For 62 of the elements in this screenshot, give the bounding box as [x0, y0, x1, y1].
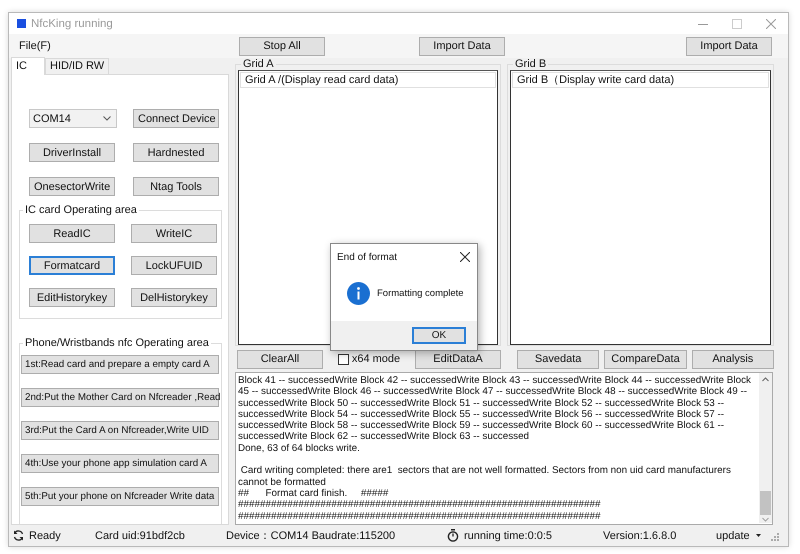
- group-title: Grid A: [242, 58, 275, 70]
- action-button[interactable]: CompareData: [604, 350, 687, 368]
- group-title: IC card Operating area: [24, 204, 138, 216]
- log-text: Done, 63 of 64 blocks write.: [238, 442, 361, 454]
- log-text: Block 41 -- successedWrite Block 42 -- successedWrite Block 43 -- successedWrite Block 44 -- successedWrite Block 45 -- successedWrite Block 46 -- successedWrite Block 47 -- successedWrite Block 48 -- successedWrite Block 49 -- successedWrite Block 50 -- successedWrite Block 51 -- successedWrite Block 52 -- successedWrite Block 53 -- successedWrite Block 54 -- successedWrite Block 55 -- successedWrite Block 56 -- successedWrite Block 57 -- successedWrite Block 58 -- successedWrite Block 59 -- successedWrite Block 60 -- successedWrite Block 61 -- successedWrite Block 62 -- successedWrite Block 63 -- successed: [238, 375, 752, 443]
- dialog-message: Formatting complete: [377, 288, 464, 299]
- toolbar-button[interactable]: Import Data: [419, 36, 505, 56]
- action-button[interactable]: EditDataA: [415, 350, 501, 368]
- resize-grip-icon: [768, 530, 779, 540]
- refresh-icon: [13, 530, 24, 541]
- close-button[interactable]: [459, 251, 471, 263]
- dialog-title: End of format: [337, 252, 398, 262]
- ic-button[interactable]: Formatcard: [29, 256, 115, 275]
- group-title: Phone/Wristbands nfc Operating area: [24, 337, 210, 349]
- log-text: ##################################################################: [238, 499, 602, 511]
- device-button[interactable]: Connect Device: [133, 109, 219, 128]
- log-text: Card writing completed: there are1 sectors that are not well formatted. Sectors from non uid card manufacturers cannot be formatted: [238, 465, 732, 488]
- status-text: Ready: [29, 530, 61, 542]
- caret-icon: [756, 534, 761, 537]
- action-button[interactable]: ClearAll: [237, 350, 323, 368]
- device-button[interactable]: DriverInstall: [29, 143, 115, 162]
- info-icon: [347, 282, 370, 305]
- update-dropdown[interactable]: update: [716, 530, 761, 542]
- log-text: ## Format card finish. #####: [238, 488, 390, 500]
- checkbox[interactable]: [338, 354, 349, 364]
- window-title: NfcKing running: [31, 18, 113, 30]
- status-text: Version:1.6.8.0: [603, 530, 676, 542]
- port-dropdown[interactable]: COM14: [29, 109, 117, 128]
- maximize-icon[interactable]: [732, 18, 742, 28]
- device-button[interactable]: Ntag Tools: [133, 177, 219, 196]
- group-title: Grid B: [514, 58, 548, 70]
- app-icon: [17, 19, 26, 28]
- ok-button[interactable]: OK: [412, 327, 466, 344]
- log-text: ##################################################################: [238, 510, 602, 522]
- device-button[interactable]: OnesectorWrite: [29, 177, 115, 196]
- chevron-icon: [103, 116, 111, 121]
- toolbar-button[interactable]: Import Data: [686, 36, 772, 56]
- toolbar-button[interactable]: Stop All: [239, 36, 325, 56]
- step-button[interactable]: 2nd:Put the Mother Card on Nfcreader ,Read: [21, 388, 219, 407]
- tab[interactable]: IC: [11, 57, 45, 75]
- action-button[interactable]: Analysis: [692, 350, 774, 368]
- ic-button[interactable]: DelHistorykey: [131, 288, 217, 307]
- column-header: Grid B（Display write card data): [512, 72, 769, 88]
- menu-item[interactable]: File(F): [19, 40, 51, 52]
- column-header: Grid A /(Display read card data): [240, 72, 496, 88]
- ic-button[interactable]: ReadIC: [29, 224, 115, 243]
- checkbox-label: x64 mode: [352, 353, 400, 365]
- step-button[interactable]: 1st:Read card and prepare a empty card A: [21, 355, 219, 374]
- tab[interactable]: HID/ID RW: [45, 58, 110, 74]
- stopwatch-icon: [447, 529, 459, 542]
- ic-button[interactable]: EditHistorykey: [29, 288, 115, 307]
- close-icon[interactable]: [766, 18, 776, 28]
- status-text: Card uid:91bdf2cb: [95, 530, 185, 542]
- ic-button[interactable]: WriteIC: [131, 224, 217, 243]
- status-text: running time:0:0:5: [464, 530, 552, 542]
- status-text: Device：COM14 Baudrate:115200: [226, 529, 396, 543]
- action-button[interactable]: Savedata: [517, 350, 600, 368]
- step-button[interactable]: 5th:Put your phone on Nfcreader Write data: [21, 487, 219, 506]
- step-button[interactable]: 3rd:Put the Card A on Nfcreader,Write UID: [21, 421, 219, 440]
- ic-button[interactable]: LockUFUID: [131, 256, 217, 275]
- device-button[interactable]: Hardnested: [133, 143, 219, 162]
- step-button[interactable]: 4th:Use your phone app simulation card A: [21, 454, 219, 473]
